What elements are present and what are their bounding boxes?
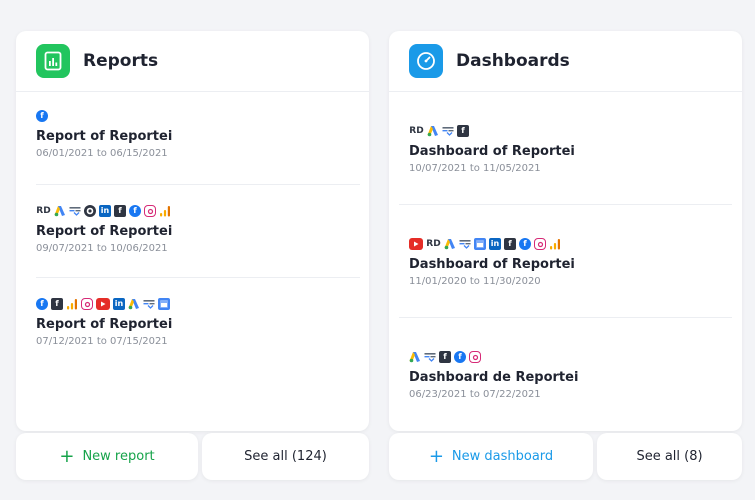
dashboard-title: Dashboard de Reportei — [409, 370, 579, 385]
new-dashboard-label: New dashboard — [451, 449, 554, 464]
report-source-icons: f f in — [36, 297, 349, 311]
dashboard-item[interactable]: ff Dashboard de Reportei 06/23/2021 to 0… — [409, 350, 722, 400]
report-item[interactable]: f f in Report of Reportei 07/12/2021 to 07… — [36, 297, 349, 347]
report-dates: 07/12/2021 to 07/15/2021 — [36, 336, 168, 347]
search-console-icon — [69, 205, 81, 217]
report-source-icons: RD in f f — [36, 204, 349, 218]
google-ads-icon — [409, 351, 421, 363]
facebook-page-icon: f — [457, 125, 469, 137]
instagram-icon — [81, 298, 93, 310]
dashboard-source-icons: ff — [409, 350, 722, 364]
dashboard-title: Dashboard of Reportei — [409, 257, 575, 272]
dashboards-title: Dashboards — [456, 51, 570, 71]
facebook-icon: f — [519, 238, 531, 250]
dashboards-header: Dashboards — [389, 31, 742, 92]
mailchimp-icon — [84, 205, 96, 217]
search-console-icon — [459, 238, 471, 250]
divider — [36, 184, 360, 185]
new-report-button[interactable]: + New report — [16, 433, 198, 480]
instagram-icon — [534, 238, 546, 250]
facebook-icon: f — [36, 110, 48, 122]
google-ads-icon — [54, 205, 66, 217]
facebook-page-icon: f — [114, 205, 126, 217]
linkedin-icon: in — [489, 238, 501, 250]
google-my-business-icon — [158, 298, 170, 310]
new-dashboard-button[interactable]: + New dashboard — [389, 433, 593, 480]
report-dates: 09/07/2021 to 10/06/2021 — [36, 243, 168, 254]
rd-station-icon: RD — [426, 238, 441, 249]
rd-station-icon: RD — [36, 205, 51, 216]
facebook-page-icon: f — [51, 298, 63, 310]
instagram-icon — [144, 205, 156, 217]
dashboard-source-icons: RD in f f — [409, 237, 722, 251]
report-title: Report of Reportei — [36, 129, 173, 144]
facebook-icon: f — [36, 298, 48, 310]
divider — [399, 317, 732, 318]
reports-header: Reports — [16, 31, 369, 92]
reports-icon — [36, 44, 70, 78]
report-title: Report of Reportei — [36, 224, 173, 239]
google-ads-icon — [444, 238, 456, 250]
dashboard-item[interactable]: RD f Dashboard of Reportei 10/07/2021 to … — [409, 124, 722, 174]
report-item[interactable]: RD in f f Report of Reportei 09/07/2021 to … — [36, 204, 349, 254]
report-source-icons: f — [36, 109, 349, 123]
instagram-icon — [469, 351, 481, 363]
see-all-dashboards-label: See all (8) — [636, 449, 703, 464]
dashboard-dates: 10/07/2021 to 11/05/2021 — [409, 163, 541, 174]
plus-icon: + — [59, 445, 75, 467]
report-dates: 06/01/2021 to 06/15/2021 — [36, 148, 168, 159]
rd-station-icon: RD — [409, 125, 424, 136]
facebook-icon: f — [454, 351, 466, 363]
dashboard-source-icons: RD f — [409, 124, 722, 138]
dashboards-icon — [409, 44, 443, 78]
dashboard-title: Dashboard of Reportei — [409, 144, 575, 159]
report-title: Report of Reportei — [36, 317, 173, 332]
linkedin-icon: in — [99, 205, 111, 217]
see-all-reports-button[interactable]: See all (124) — [202, 433, 369, 480]
linkedin-icon: in — [113, 298, 125, 310]
facebook-icon: f — [129, 205, 141, 217]
search-console-icon — [424, 351, 436, 363]
reports-card: Reports f Report of Reportei 06/01/2021 … — [16, 31, 369, 431]
youtube-icon — [96, 298, 110, 310]
search-console-icon — [143, 298, 155, 310]
dashboard-dates: 06/23/2021 to 07/22/2021 — [409, 389, 541, 400]
facebook-page-icon: f — [504, 238, 516, 250]
see-all-reports-label: See all (124) — [244, 449, 327, 464]
dashboard-item[interactable]: RD in f f Dashboard of Reportei 11/01/2020 … — [409, 237, 722, 287]
see-all-dashboards-button[interactable]: See all (8) — [597, 433, 742, 480]
new-report-label: New report — [82, 449, 155, 464]
google-analytics-icon — [549, 238, 561, 250]
youtube-icon — [409, 238, 423, 250]
plus-icon: + — [428, 445, 444, 467]
dashboard-dates: 11/01/2020 to 11/30/2020 — [409, 276, 541, 287]
google-my-business-icon — [474, 238, 486, 250]
dashboards-card: Dashboards RD f Dashboard of Reportei 10/… — [389, 31, 742, 431]
facebook-page-icon: f — [439, 351, 451, 363]
reports-title: Reports — [83, 51, 159, 71]
divider — [399, 204, 732, 205]
google-analytics-icon — [159, 205, 171, 217]
divider — [36, 277, 360, 278]
google-analytics-icon — [66, 298, 78, 310]
google-ads-icon — [427, 125, 439, 137]
search-console-icon — [442, 125, 454, 137]
google-ads-icon — [128, 298, 140, 310]
report-item[interactable]: f Report of Reportei 06/01/2021 to 06/15… — [36, 109, 349, 159]
